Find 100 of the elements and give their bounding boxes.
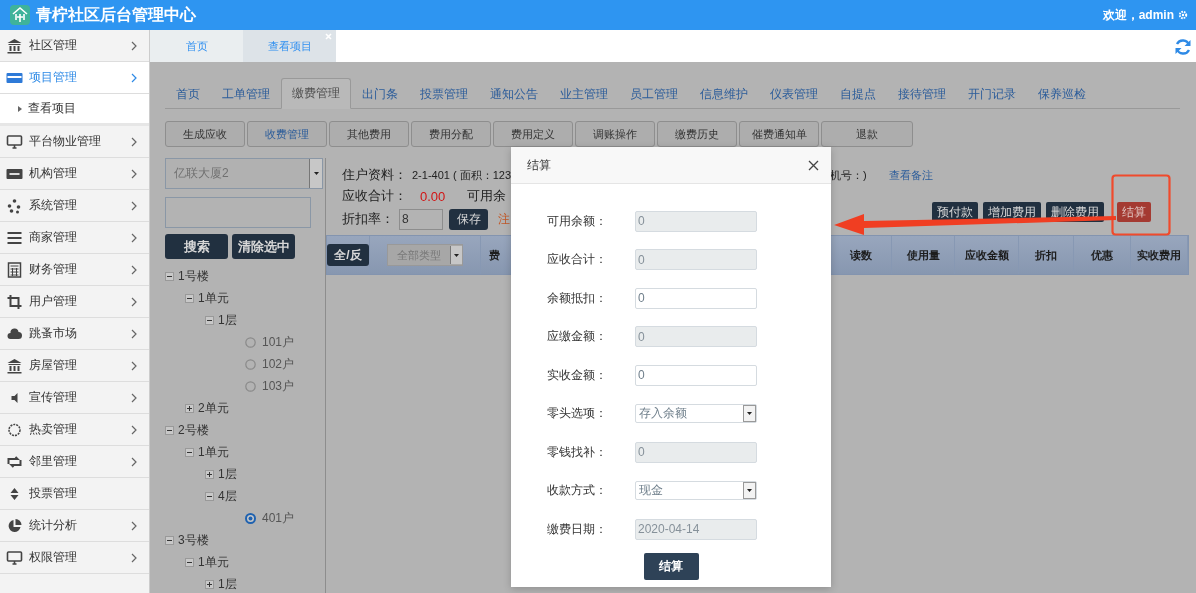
sub-tab-button[interactable]: 收费管理 <box>247 121 327 147</box>
module-tab[interactable]: 投票管理 <box>409 78 479 109</box>
settle-button[interactable]: 结算 <box>1117 202 1151 222</box>
field-label: 应收合计： <box>547 251 608 269</box>
tree-node-label[interactable]: 4层 <box>218 487 237 505</box>
receivable-amount: 0.00 <box>420 188 446 204</box>
sub-tab-button[interactable]: 其他费用 <box>329 121 409 147</box>
module-tab[interactable]: 员工管理 <box>619 78 689 109</box>
tree-node-label[interactable]: 1单元 <box>198 553 229 571</box>
collapse-toggle-icon[interactable] <box>205 491 214 501</box>
module-tab[interactable]: 仪表管理 <box>759 78 829 109</box>
module-tab[interactable]: 接待管理 <box>887 78 957 109</box>
crop-icon <box>6 293 23 310</box>
sidebar-subitem-label: 查看项目 <box>28 100 76 117</box>
expand-toggle-icon[interactable] <box>205 579 214 589</box>
radio-button[interactable] <box>245 380 256 392</box>
chevron-right-icon <box>131 360 137 371</box>
chevron-right-icon <box>131 168 137 179</box>
tree-leaf-label[interactable]: 401户 <box>262 509 295 527</box>
monitor-icon <box>6 549 23 566</box>
radio-button[interactable] <box>245 358 256 370</box>
column-header: 应收金额 <box>964 247 1009 263</box>
sub-tab-button[interactable]: 催费通知单 <box>739 121 819 147</box>
input-field[interactable]: 0 <box>635 364 757 386</box>
calculator-icon <box>6 261 23 278</box>
tree-node-label[interactable]: 1单元 <box>198 443 229 461</box>
clear-selection-button[interactable]: 清除选中 <box>232 234 295 259</box>
field-label: 缴费日期： <box>547 520 608 538</box>
save-button[interactable]: 保存 <box>449 208 488 230</box>
collapse-toggle-icon[interactable] <box>165 535 174 545</box>
sidebar-subitem[interactable]: 查看项目 <box>0 94 149 126</box>
note-text: 注 <box>498 210 510 228</box>
chevron-right-icon <box>131 424 137 435</box>
sidebar-item[interactable]: 项目管理 <box>0 62 149 94</box>
sub-tab-button[interactable]: 费用分配 <box>411 121 491 147</box>
expand-toggle-icon[interactable] <box>205 469 214 479</box>
module-tab[interactable]: 缴费管理 <box>281 78 351 109</box>
bank-icon <box>6 37 23 54</box>
chevron-right-icon <box>131 40 137 51</box>
house-logo-icon <box>10 5 30 25</box>
module-tab[interactable]: 开门记录 <box>957 78 1027 109</box>
module-tab[interactable]: 自提点 <box>829 78 887 109</box>
caret-icon <box>747 412 752 416</box>
column-header: 使用量 <box>906 247 940 263</box>
caret-icon <box>747 489 752 493</box>
module-tab[interactable]: 通知公告 <box>479 78 549 109</box>
sub-tab-button[interactable]: 缴费历史 <box>657 121 737 147</box>
radio-button[interactable] <box>245 512 256 524</box>
discount-field[interactable]: 8 <box>399 208 443 230</box>
module-tab[interactable]: 工单管理 <box>211 78 281 109</box>
settings-icon[interactable] <box>1178 10 1188 20</box>
bank-icon <box>6 357 23 374</box>
tree-leaf-label[interactable]: 103户 <box>262 377 295 395</box>
collapse-toggle-icon[interactable] <box>185 293 194 303</box>
page-tab[interactable]: 首页 <box>150 30 243 62</box>
search-field[interactable] <box>165 197 311 228</box>
collapse-toggle-icon[interactable] <box>185 447 194 457</box>
tree-leaf-label[interactable]: 101户 <box>262 333 295 351</box>
tree-leaf-label[interactable]: 102户 <box>262 355 295 373</box>
radio-button[interactable] <box>245 336 256 348</box>
expand-toggle-icon[interactable] <box>185 403 194 413</box>
action-button[interactable]: 预付款 <box>932 202 978 222</box>
dropdown-field[interactable]: 存入余额 <box>635 404 757 424</box>
sub-tab-button[interactable]: 费用定义 <box>493 121 573 147</box>
tree-node-label[interactable]: 3号楼 <box>178 531 209 549</box>
resident-info: 机号：) <box>830 167 867 183</box>
select-all-button[interactable]: 全/反 <box>327 244 369 266</box>
collapse-toggle-icon[interactable] <box>185 557 194 567</box>
sub-tab-button[interactable]: 生成应收 <box>165 121 245 147</box>
refresh-icon[interactable] <box>1174 38 1192 56</box>
collapse-toggle-icon[interactable] <box>205 315 214 325</box>
view-remarks-link[interactable]: 查看备注 <box>888 167 933 183</box>
dropdown-field[interactable]: 现金 <box>635 481 757 501</box>
tree-node-label[interactable]: 1层 <box>218 465 237 483</box>
tree-node-label[interactable]: 1层 <box>218 575 237 593</box>
settle-submit-button[interactable]: 结算 <box>643 552 699 580</box>
collapse-toggle-icon[interactable] <box>165 271 174 281</box>
tree-node-label[interactable]: 2号楼 <box>178 421 209 439</box>
highlight-box <box>1111 174 1171 236</box>
collapse-toggle-icon[interactable] <box>165 425 174 435</box>
triangle-icon <box>18 105 22 112</box>
sub-tab-button[interactable]: 调账操作 <box>575 121 655 147</box>
module-tab[interactable]: 出门条 <box>351 78 409 109</box>
input-field[interactable]: 0 <box>635 287 757 309</box>
tree-node-label[interactable]: 1层 <box>218 311 237 329</box>
tree-node-label[interactable]: 1号楼 <box>178 267 209 285</box>
sub-tab-button[interactable]: 退款 <box>821 121 913 147</box>
module-tab[interactable]: 业主管理 <box>549 78 619 109</box>
field-label: 零钱找补： <box>547 443 608 461</box>
module-tab[interactable]: 首页 <box>165 78 211 109</box>
tree-node-label[interactable]: 1单元 <box>198 289 229 307</box>
chevron-right-icon <box>131 232 137 243</box>
receivable-label: 应收合计： <box>342 187 407 205</box>
search-button[interactable]: 搜索 <box>165 234 228 259</box>
tree-node-label[interactable]: 2单元 <box>198 399 229 417</box>
module-tab[interactable]: 信息维护 <box>689 78 759 109</box>
column-header: 优惠 <box>1091 247 1114 263</box>
module-tab[interactable]: 保养巡检 <box>1027 78 1097 109</box>
close-icon[interactable] <box>808 159 819 171</box>
field-label: 可用余额： <box>547 212 608 230</box>
